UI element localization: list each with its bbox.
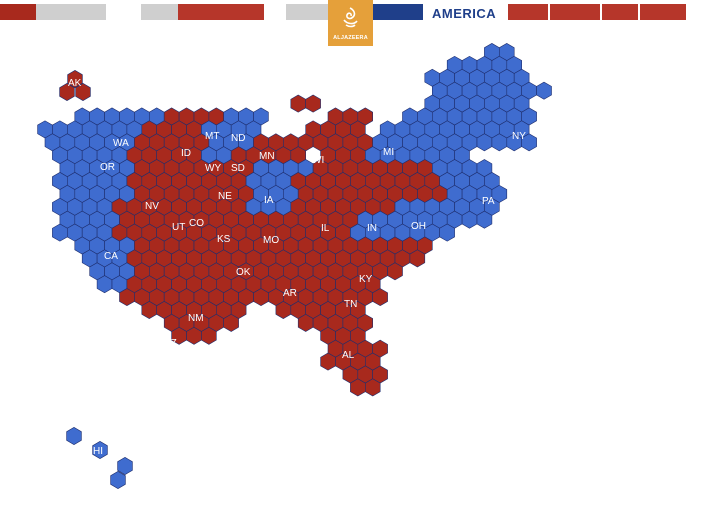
state-label-nc: NC [453, 302, 467, 313]
state-label-ut: UT [172, 222, 185, 233]
state-label-co: CO [189, 218, 204, 229]
state-label-ne: NE [218, 191, 232, 202]
state-label-wy: WY [205, 163, 221, 174]
state-label-la: LA [283, 354, 296, 365]
hex-tile [117, 457, 133, 475]
state-label-ar: AR [283, 288, 297, 299]
state-label-ms: MS [307, 344, 322, 355]
state-label-nv: NV [145, 201, 159, 212]
state-label-oh: OH [411, 221, 426, 232]
hex-tiles [37, 43, 552, 489]
state-label-tn: TN [344, 299, 357, 310]
state-label-wa: WA [113, 138, 129, 149]
state-label-nh: NH [578, 87, 592, 98]
state-label-wi: WI [312, 155, 324, 166]
state-label-ok: OK [236, 267, 251, 278]
state-label-ny: NY [512, 131, 526, 142]
state-label-pa: PA [482, 196, 495, 207]
state-label-mo: MO [263, 235, 279, 246]
state-label-ct: CT [578, 152, 591, 163]
state-label-az: AZ [164, 338, 177, 349]
hex-tile [536, 81, 552, 100]
state-label-nj: NJ [567, 207, 579, 218]
state-label-ga: GA [397, 348, 412, 359]
state-label-nd: ND [231, 133, 245, 144]
state-label-mn: MN [259, 151, 275, 162]
state-label-md: MD [523, 235, 539, 246]
state-label-va: VA [473, 269, 486, 280]
state-label-sc: SC [447, 335, 461, 346]
state-label-vt: VT [561, 86, 574, 97]
state-label-wv: WV [451, 251, 467, 262]
state-label-nm: NM [188, 313, 204, 324]
state-label-ia: IA [264, 195, 274, 206]
state-label-hi: HI [93, 446, 103, 457]
state-label-mt: MT [205, 131, 219, 142]
state-label-ks: KS [217, 234, 231, 245]
hex-tile [305, 94, 321, 113]
state-label-ca: CA [104, 251, 118, 262]
state-label-mi: MI [383, 147, 394, 158]
state-label-ri: RI [626, 151, 636, 162]
hex-cartogram-map: AK HI WA OR CA NV ID MT WY UT CO AZ NM N… [37, 43, 636, 489]
state-label-dc: DC [525, 266, 539, 277]
state-label-sd: SD [231, 163, 245, 174]
hex-tile [110, 471, 126, 489]
hex-tile [66, 427, 82, 445]
state-label-il: IL [321, 223, 330, 234]
state-label-or: OR [100, 162, 115, 173]
state-label-al: AL [342, 350, 355, 361]
state-label-id: ID [181, 148, 191, 159]
state-label-ma: MA [592, 120, 607, 131]
state-label-in: IN [367, 223, 377, 234]
state-label-tx: TX [230, 343, 243, 354]
state-label-fl: FL [409, 423, 421, 434]
state-label-me: ME [603, 64, 618, 75]
state-label-ky: KY [359, 274, 373, 285]
hex-tile [290, 94, 307, 113]
state-label-de: DE [569, 251, 583, 262]
state-label-ak: AK [68, 78, 82, 89]
